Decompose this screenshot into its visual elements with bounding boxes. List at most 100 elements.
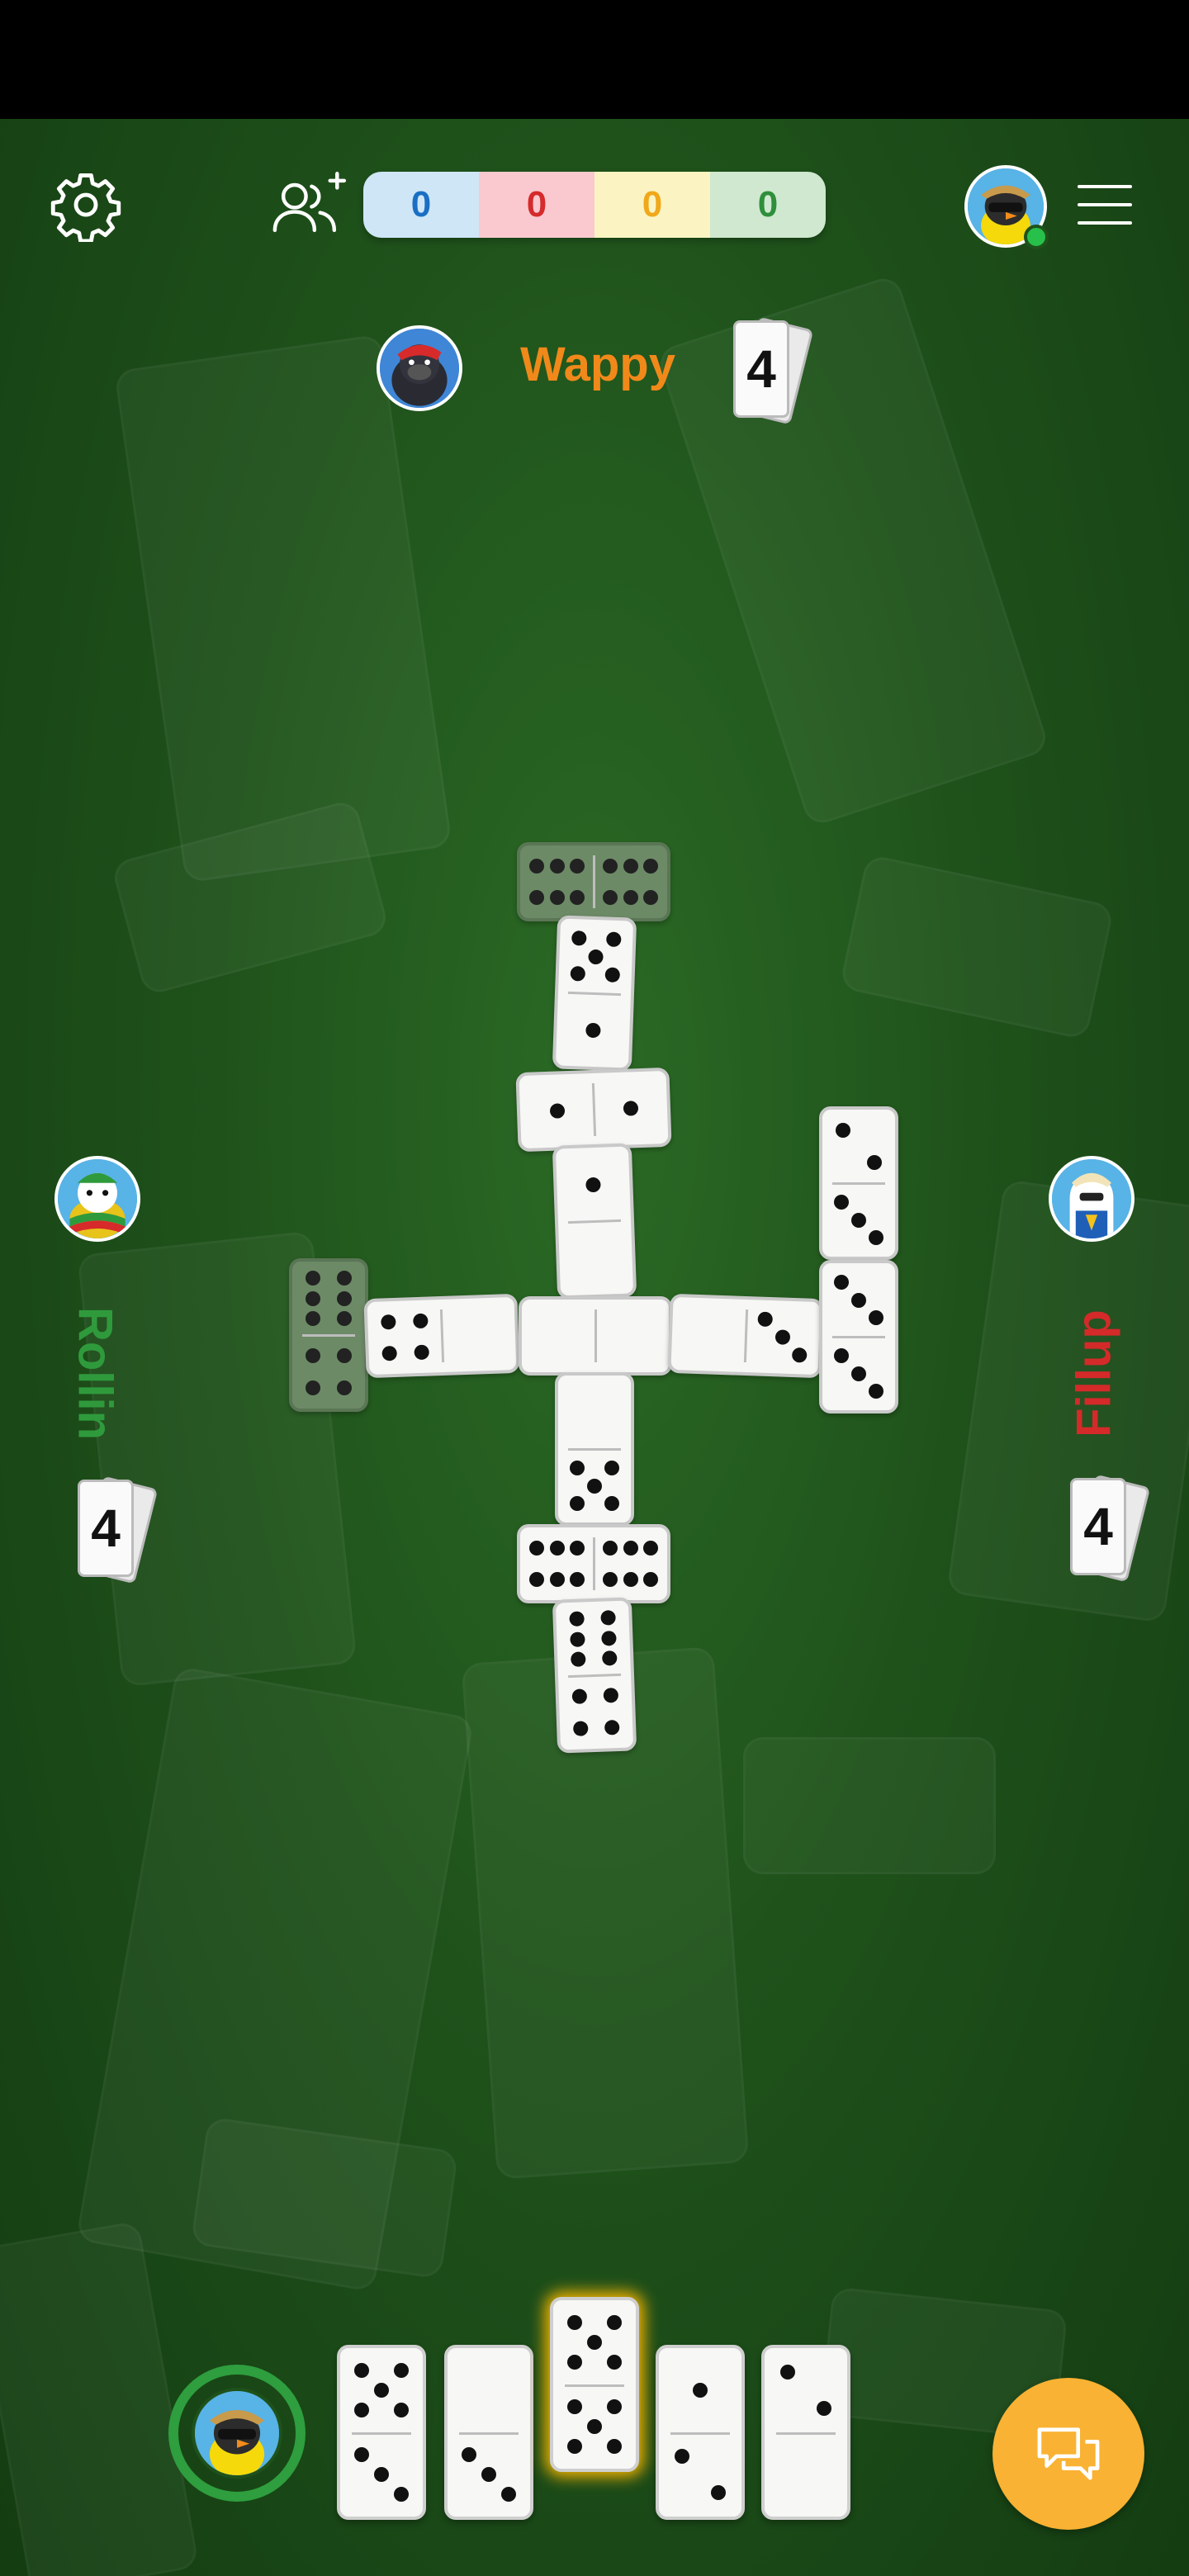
- status-bar: [0, 0, 1189, 119]
- domino-pip: [587, 2335, 602, 2350]
- domino-pip: [869, 1383, 884, 1399]
- domino-pip: [757, 1311, 774, 1328]
- domino-pip: [851, 1212, 866, 1228]
- domino-pip: [528, 858, 544, 874]
- player-avatar[interactable]: [192, 2388, 282, 2479]
- opponent-right-hand-count: 4: [1065, 1474, 1151, 1583]
- domino-pip: [791, 1347, 808, 1363]
- domino-half: [595, 1300, 669, 1372]
- domino-pip: [567, 2355, 582, 2370]
- domino-pip: [354, 2403, 369, 2418]
- domino-pip: [528, 1572, 544, 1588]
- hand-domino-5-3[interactable]: [337, 2345, 426, 2520]
- opponent-right-avatar[interactable]: [1049, 1156, 1135, 1242]
- domino-pip: [643, 890, 659, 906]
- domino-half: [594, 845, 667, 918]
- domino-pip: [528, 1540, 544, 1556]
- hand-domino-5-5-selected[interactable]: [550, 2297, 639, 2472]
- hand-domino-0-3[interactable]: [444, 2345, 533, 2520]
- opponent-top-hand-count: 4: [728, 316, 814, 425]
- chat-bubbles-icon: [1037, 2427, 1100, 2480]
- domino-pip: [549, 1572, 565, 1588]
- domino-half: [519, 1073, 595, 1148]
- domino-pip: [462, 2446, 476, 2462]
- background-domino: [110, 798, 391, 997]
- domino-pip: [528, 890, 544, 906]
- add-friends-button[interactable]: [269, 165, 348, 244]
- domino-pip: [549, 858, 565, 874]
- domino-pip: [869, 1229, 884, 1245]
- domino-pip: [571, 930, 587, 946]
- domino-half: [822, 1110, 895, 1183]
- menu-button[interactable]: [1065, 165, 1144, 244]
- hand-domino-2-0[interactable]: [761, 2345, 850, 2520]
- domino-pip: [601, 1630, 618, 1646]
- opponent-left-avatar[interactable]: [54, 1156, 140, 1242]
- domino-pip: [570, 858, 585, 874]
- online-status-dot: [1024, 225, 1049, 249]
- board-domino-6-6-faded: [517, 842, 670, 921]
- background-domino: [114, 334, 452, 883]
- domino-pip: [604, 1495, 620, 1511]
- score-yellow: 0: [594, 172, 710, 238]
- domino-half: [594, 1527, 667, 1600]
- opponent-left-hand-count: 4: [73, 1475, 159, 1584]
- domino-pip: [549, 1540, 565, 1556]
- domino-pip: [481, 2467, 496, 2482]
- domino-pip: [643, 1540, 659, 1556]
- background-domino: [0, 2220, 200, 2576]
- domino-half: [553, 2384, 636, 2469]
- domino-pip: [607, 2355, 622, 2370]
- board-domino-2-3: [819, 1106, 898, 1260]
- domino-pip: [867, 1155, 883, 1171]
- domino-half: [558, 1219, 633, 1295]
- domino-pip: [851, 1366, 866, 1381]
- domino-pip: [643, 858, 659, 874]
- bird-avatar-icon: [195, 2391, 279, 2475]
- domino-pip: [380, 1314, 396, 1330]
- domino-pip: [604, 967, 621, 983]
- domino-half: [822, 1337, 895, 1410]
- background-domino: [839, 854, 1115, 1040]
- domino-pip: [587, 2419, 602, 2434]
- domino-pip: [775, 1329, 790, 1345]
- domino-half: [659, 2432, 741, 2517]
- domino-half: [448, 2348, 530, 2432]
- domino-half: [822, 1263, 895, 1337]
- game-screen: 0 0 0 0 Wappy 4 Rollin 4 Fillup 4: [0, 0, 1189, 2576]
- domino-half: [659, 2348, 741, 2432]
- domino-pip: [305, 1347, 320, 1363]
- domino-half: [558, 919, 633, 995]
- domino-pip: [570, 1651, 586, 1668]
- domino-pip: [569, 1461, 585, 1476]
- domino-pip: [568, 1610, 585, 1627]
- domino-pip: [571, 1688, 587, 1704]
- domino-half: [553, 2300, 636, 2384]
- chat-button[interactable]: [992, 2378, 1144, 2530]
- hand-domino-1-2[interactable]: [656, 2345, 745, 2520]
- opponent-top-avatar[interactable]: [377, 325, 462, 411]
- settings-button[interactable]: [46, 165, 126, 244]
- domino-pip: [602, 858, 618, 874]
- gear-icon: [50, 173, 121, 242]
- domino-pip: [833, 1348, 849, 1364]
- domino-pip: [607, 2314, 622, 2330]
- hamburger-menu-icon: [1078, 185, 1132, 225]
- domino-half: [592, 1071, 668, 1146]
- domino-pip: [711, 2485, 726, 2501]
- domino-pip: [623, 1540, 638, 1556]
- domino-half: [520, 845, 594, 918]
- domino-pip: [305, 1290, 320, 1306]
- domino-pip: [501, 2487, 516, 2503]
- board-domino-1-0: [552, 1143, 637, 1300]
- domino-pip: [585, 1177, 601, 1192]
- board-domino-1-1: [515, 1067, 672, 1153]
- domino-pip: [588, 949, 604, 964]
- score-blue: 0: [363, 172, 479, 238]
- domino-pip: [643, 1572, 659, 1588]
- domino-half: [292, 1335, 365, 1409]
- penguin-avatar-icon: [58, 1159, 137, 1238]
- domino-pip: [567, 2398, 582, 2414]
- domino-pip: [569, 1495, 585, 1511]
- domino-half: [556, 992, 631, 1068]
